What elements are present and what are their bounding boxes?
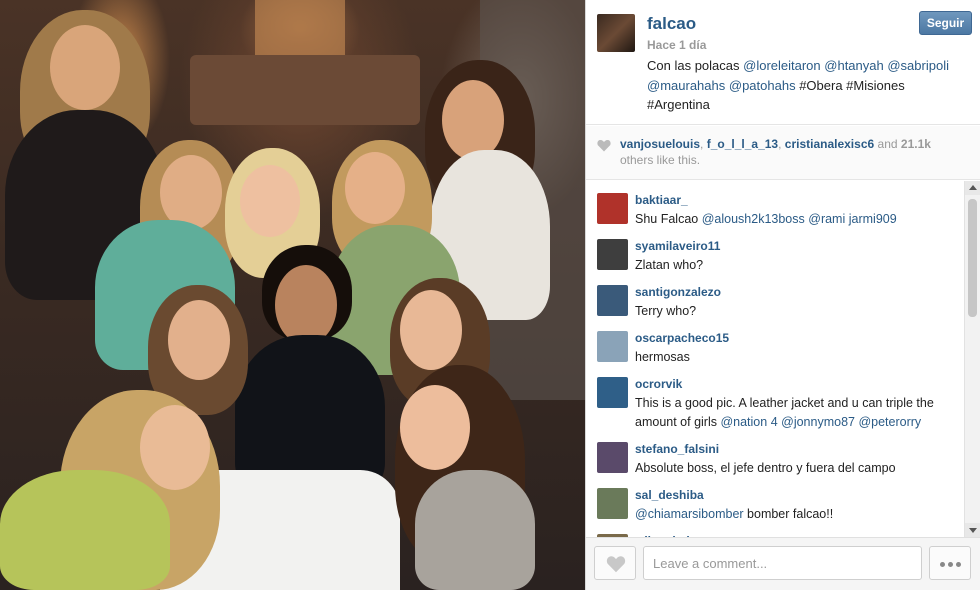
person-5-face (345, 152, 405, 224)
comment-text: hermosas (635, 348, 960, 367)
post-header: falcao Seguir Hace 1 día Con las polacas… (586, 0, 980, 125)
person-10-body (415, 470, 535, 590)
comment-text-part: Shu Falcao (635, 212, 702, 226)
comment-text-part: bomber falcao!! (743, 507, 834, 521)
person-9-body (0, 470, 170, 590)
commenter-avatar[interactable] (597, 285, 628, 316)
follow-button[interactable]: Seguir (919, 11, 972, 35)
person-2-face (442, 80, 504, 160)
scroll-thumb[interactable] (968, 199, 977, 317)
more-options-button[interactable] (929, 546, 971, 580)
likes-text: vanjosuelouis, f_o_l_l_a_13, cristianale… (620, 137, 931, 167)
comment-item: ocrorvik This is a good pic. A leather ja… (586, 375, 964, 429)
commenter-username[interactable]: santigonzalezo (635, 285, 721, 299)
heart-icon (606, 556, 626, 573)
avatar[interactable] (597, 14, 635, 52)
comment-item: oscarpacheco15 hermosas (586, 329, 964, 375)
likes-section: vanjosuelouis, f_o_l_l_a_13, cristianale… (586, 126, 980, 180)
person-7-face (168, 300, 230, 380)
likes-suffix: others like this. (620, 153, 701, 167)
commenter-username[interactable]: sal_deshiba (635, 488, 704, 502)
post-timestamp: Hace 1 día (647, 38, 707, 52)
commenter-avatar[interactable] (597, 331, 628, 362)
liker-link[interactable]: cristianalexisc6 (785, 137, 874, 151)
post-username[interactable]: falcao (647, 14, 696, 34)
commenter-username[interactable]: oscarpacheco15 (635, 331, 729, 345)
commenter-avatar[interactable] (597, 488, 628, 519)
post-photo[interactable] (0, 0, 585, 590)
caption-text: Con las polacas (647, 58, 744, 73)
mention-link[interactable]: @peterorry (858, 415, 921, 429)
person-4-face (240, 165, 300, 237)
comment-footer (586, 537, 980, 590)
commenter-username[interactable]: ocrorvik (635, 377, 682, 391)
comment-text: Absolute boss, el jefe dentro y fuera de… (635, 459, 960, 478)
mention-link[interactable]: jarmi909 (849, 212, 897, 226)
mention-link[interactable]: @htanyah (824, 58, 883, 73)
comment-text: This is a good pic. A leather jacket and… (635, 394, 960, 432)
mention-link[interactable]: @nation (720, 415, 767, 429)
post-caption: Con las polacas @loreleitaron @htanyah @… (647, 56, 967, 115)
commenter-avatar[interactable] (597, 193, 628, 224)
mention-link[interactable]: @loreleitaron (743, 58, 821, 73)
comment-item: sal_deshiba @chiamarsibomber bomber falca… (586, 486, 964, 532)
mention-link[interactable]: @aloush2k13boss (702, 212, 805, 226)
commenter-username[interactable]: stefano_falsini (635, 442, 719, 456)
comment-text: Zlatan who? (635, 256, 960, 275)
arrow-up-icon (969, 185, 977, 190)
comment-text: Terry who? (635, 302, 960, 321)
liker-link[interactable]: vanjosuelouis (620, 137, 700, 151)
person-3-face (160, 155, 222, 230)
mention-link[interactable]: 4 @jonnymo87 (771, 415, 855, 429)
comment-input[interactable] (643, 546, 922, 580)
scroll-down-button[interactable] (965, 523, 980, 537)
person-8-face (400, 290, 462, 370)
comment-text-part: Absolute boss, el jefe dentro y fuera de… (635, 461, 896, 475)
scroll-up-button[interactable] (965, 181, 980, 195)
commenter-username[interactable]: baktiaar_ (635, 193, 688, 207)
comment-text-part: Zlatan who? (635, 258, 704, 272)
photo-sofa (190, 55, 420, 125)
comment-item: syamilaveiro11 Zlatan who? (586, 237, 964, 283)
heart-icon (597, 139, 611, 152)
mention-link[interactable]: @rami (808, 212, 845, 226)
comment-text: Shu Falcao @aloush2k13boss @rami jarmi90… (635, 210, 960, 229)
comment-text-part: hermosas (635, 350, 690, 364)
person-1-face (50, 25, 120, 110)
comment-item: baktiaar_ Shu Falcao @aloush2k13boss @ram… (586, 191, 964, 237)
photo-window-light (255, 0, 345, 55)
comment-item: santigonzalezo Terry who? (586, 283, 964, 329)
person-6-face (275, 265, 337, 345)
commenter-avatar[interactable] (597, 239, 628, 270)
commenter-avatar[interactable] (597, 377, 628, 408)
comment-item: stefano_falsini Absolute boss, el jefe de… (586, 440, 964, 486)
commenter-username[interactable]: syamilaveiro11 (635, 239, 720, 253)
mention-link[interactable]: @maurahahs (647, 78, 725, 93)
post-panel: falcao Seguir Hace 1 día Con las polacas… (585, 0, 980, 590)
likes-count[interactable]: 21.1k (901, 137, 931, 151)
person-10-face (400, 385, 470, 470)
commenter-avatar[interactable] (597, 442, 628, 473)
comment-text-part: Terry who? (635, 304, 697, 318)
liker-link[interactable]: f_o_l_l_a_13 (707, 137, 778, 151)
comments-list[interactable]: baktiaar_ Shu Falcao @aloush2k13boss @ram… (586, 181, 964, 537)
arrow-down-icon (969, 528, 977, 533)
mention-link[interactable]: @sabripoli (887, 58, 949, 73)
comments-scrollbar[interactable] (964, 181, 980, 537)
mention-link[interactable]: @chiamarsibomber (635, 507, 744, 521)
comment-text: @chiamarsibomber bomber falcao!! (635, 505, 960, 524)
mention-link[interactable]: @patohahs (729, 78, 796, 93)
person-9-face (140, 405, 210, 490)
likes-and: and (877, 137, 898, 151)
like-button[interactable] (594, 546, 636, 580)
